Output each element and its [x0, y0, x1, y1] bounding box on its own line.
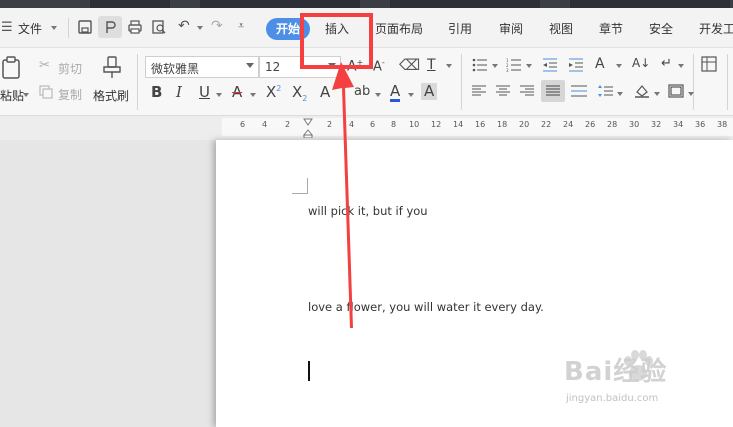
watermark-url: jingyan.baidu.com [566, 393, 659, 404]
baidu-jingyan-watermark: Bai经验 jingyan.baidu.com [560, 345, 730, 415]
watermark-logo: Bai经验 [564, 357, 668, 387]
wps-writer-window: ☰ 文件 ↶ ↷ ⩡ 开始 插入 页面布局 引用 审阅 视图 章节 安全 开发工 [0, 0, 733, 427]
